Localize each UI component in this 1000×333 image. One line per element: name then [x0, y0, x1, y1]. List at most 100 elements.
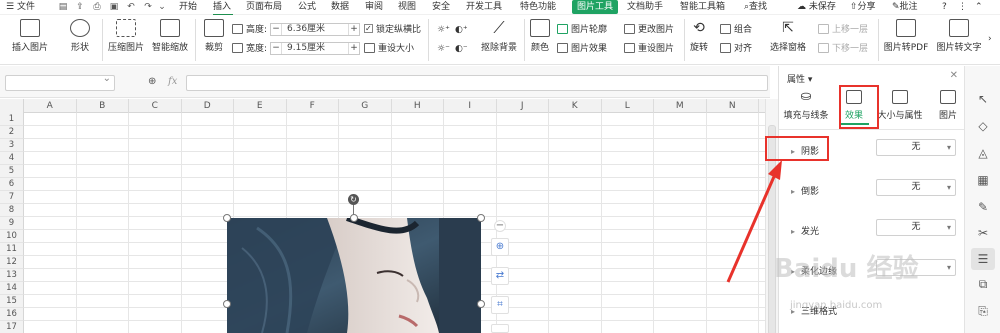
fill-icon[interactable]: ◬ [976, 146, 990, 160]
tab-insert[interactable]: 插入 [213, 1, 231, 14]
row-header-3[interactable]: 3 [0, 139, 24, 152]
row-header-2[interactable]: 2 [0, 126, 24, 139]
select-all-corner[interactable] [0, 99, 24, 113]
row-header-10[interactable]: 10 [0, 230, 24, 243]
properties-icon[interactable]: ☰ [971, 248, 995, 270]
reset-size-button[interactable]: 重设大小 [364, 42, 414, 56]
zoom-picture-icon[interactable]: ⊕ [491, 238, 509, 256]
column-header-L[interactable]: L [602, 99, 654, 113]
remove-background-button[interactable]: ⟋ 抠除背景 [475, 19, 523, 54]
change-picture-button[interactable]: 更改图片 [624, 23, 674, 37]
row-header-16[interactable]: 16 [0, 308, 24, 321]
row-header-8[interactable]: 8 [0, 204, 24, 217]
file-menu[interactable]: ☰ 文件 [6, 1, 35, 14]
section-reflection[interactable]: 倒影 [791, 184, 819, 197]
column-header-J[interactable]: J [497, 99, 549, 113]
shadow-select[interactable]: 无 [876, 139, 956, 156]
column-header-H[interactable]: H [392, 99, 444, 113]
save-icon[interactable]: ▤ [58, 2, 68, 12]
align-button[interactable]: 对齐 [720, 42, 752, 56]
tab-fill-line[interactable]: ⛀ 填充与线条 [783, 90, 829, 122]
collapse-float-icon[interactable]: − [494, 220, 506, 232]
crop-button[interactable]: 裁剪 [200, 19, 228, 53]
column-header-F[interactable]: F [287, 99, 339, 113]
smart-zoom-button[interactable]: 智能缩放 [150, 19, 190, 53]
row-header-13[interactable]: 13 [0, 269, 24, 282]
row-header-14[interactable]: 14 [0, 282, 24, 295]
width-value[interactable]: 9.15厘米 [287, 43, 325, 54]
row-header-15[interactable]: 15 [0, 295, 24, 308]
ribbon-scroll-right-icon[interactable]: › [988, 32, 992, 46]
brightness-up-icon[interactable]: ☼⁺ [437, 23, 450, 37]
column-header-N[interactable]: N [707, 99, 759, 113]
column-header-A[interactable]: A [24, 99, 77, 113]
section-glow[interactable]: 发光 [791, 224, 819, 237]
picture-outline-button[interactable]: 图片轮廓 [557, 23, 607, 37]
resize-handle-left[interactable] [223, 300, 231, 308]
reflection-select[interactable]: 无 [876, 179, 956, 196]
row-header-17[interactable]: 17 [0, 321, 24, 333]
print-icon[interactable]: ⎙ [92, 2, 102, 12]
inserted-picture[interactable] [227, 218, 481, 333]
row-header-6[interactable]: 6 [0, 178, 24, 191]
zoom-icon[interactable]: ⊕ [148, 76, 156, 87]
edit-icon[interactable]: ✎ [976, 200, 990, 214]
help-button[interactable]: ? [942, 1, 947, 14]
share-button[interactable]: ⇧分享 [850, 1, 876, 14]
send-backward-button[interactable]: 下移一层 [818, 42, 868, 56]
preview-icon[interactable]: ▣ [109, 2, 119, 12]
column-header-B[interactable]: B [77, 99, 129, 113]
column-header-D[interactable]: D [182, 99, 234, 113]
panel-title[interactable]: 属性 ▾ [787, 72, 812, 85]
resize-handle-right[interactable] [477, 300, 485, 308]
scissors-icon[interactable]: ✂ [976, 226, 990, 240]
selection-pane-button[interactable]: ⇱ 选择窗格 [768, 19, 808, 53]
tab-developer[interactable]: 开发工具 [466, 1, 502, 14]
contrast-up-icon[interactable]: ◐⁺ [455, 23, 468, 37]
fx-icon[interactable]: fx [168, 76, 177, 87]
tab-view[interactable]: 视图 [398, 1, 416, 14]
height-stepper[interactable]: − 6.36厘米 + [270, 23, 360, 36]
unsaved-button[interactable]: ☁ 未保存 [797, 1, 836, 14]
row-header-11[interactable]: 11 [0, 243, 24, 256]
tab-security[interactable]: 安全 [432, 1, 450, 14]
table-icon[interactable]: ▦ [976, 173, 990, 187]
brightness-down-icon[interactable]: ☼⁻ [437, 42, 450, 56]
tab-data[interactable]: 数据 [331, 1, 349, 14]
tab-picture-tools[interactable]: 图片工具 [572, 0, 619, 14]
picture-effect-button[interactable]: 图片效果 [557, 42, 607, 56]
insert-picture-button[interactable]: 插入图片 [8, 19, 52, 53]
row-header-12[interactable]: 12 [0, 256, 24, 269]
collapse-ribbon-icon[interactable]: ⌃ [975, 1, 983, 14]
row-header-9[interactable]: 9 [0, 217, 24, 230]
search-button[interactable]: ⌕查找 [744, 1, 767, 14]
bring-forward-button[interactable]: 上移一层 [818, 23, 868, 37]
tab-page-layout[interactable]: 页面布局 [246, 1, 282, 14]
width-increase-button[interactable]: + [348, 43, 359, 54]
tab-doc-assistant[interactable]: 文档助手 [627, 1, 663, 14]
close-icon[interactable]: ✕ [950, 70, 958, 81]
column-header-E[interactable]: E [234, 99, 287, 113]
tab-smart-toolbox[interactable]: 智能工具箱 [680, 1, 725, 14]
height-decrease-button[interactable]: − [271, 24, 282, 35]
height-increase-button[interactable]: + [348, 24, 359, 35]
more-icon[interactable]: ⌄ [157, 2, 167, 12]
picture-to-pdf-button[interactable]: 图片转PDF [882, 19, 930, 53]
row-header-4[interactable]: 4 [0, 152, 24, 165]
formula-input[interactable] [186, 75, 768, 91]
export-icon[interactable]: ⇪ [75, 2, 85, 12]
redo-icon[interactable]: ↷ [143, 2, 153, 12]
swap-picture-icon[interactable]: ⇄ [491, 267, 509, 285]
lock-ratio-checkbox[interactable]: 锁定纵横比 [364, 22, 421, 37]
glow-select[interactable]: 无 [876, 219, 956, 236]
cursor-icon[interactable]: ↖ [976, 92, 990, 106]
undo-icon[interactable]: ↶ [126, 2, 136, 12]
name-box[interactable] [5, 73, 115, 91]
tab-formula[interactable]: 公式 [298, 1, 316, 14]
width-decrease-button[interactable]: − [271, 43, 282, 54]
column-header-M[interactable]: M [654, 99, 707, 113]
row-header-1[interactable]: 1 [0, 113, 24, 126]
row-header-5[interactable]: 5 [0, 165, 24, 178]
shapes-icon[interactable]: ◇ [976, 119, 990, 133]
resize-handle-top-left[interactable] [223, 214, 231, 222]
